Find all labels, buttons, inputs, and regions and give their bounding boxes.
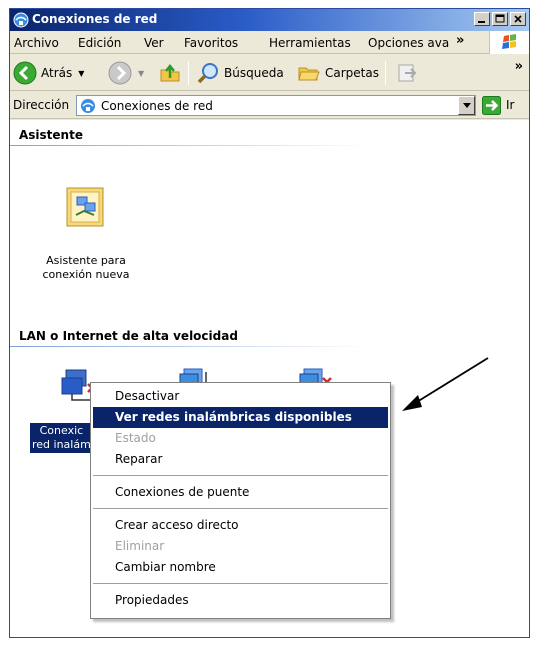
- minimize-icon: [478, 21, 485, 23]
- menu-item-label: Crear acceso directo: [115, 518, 239, 532]
- wizard-label-line1: Asistente para: [46, 254, 126, 267]
- address-field[interactable]: Conexiones de red: [76, 95, 476, 116]
- network-connections-icon: [13, 12, 29, 28]
- back-button[interactable]: Atrás ▼: [13, 55, 84, 91]
- menu-favoritos[interactable]: Favoritos: [184, 36, 238, 50]
- context-menu-propiedades[interactable]: Propiedades: [93, 590, 388, 611]
- close-icon: [514, 15, 522, 23]
- toolbar-separator: [188, 61, 189, 85]
- wireless-label-line1: Conexic: [39, 424, 84, 437]
- menu-item-label: Reparar: [115, 452, 163, 466]
- move-to-button[interactable]: [395, 55, 419, 91]
- go-arrow-icon[interactable]: [482, 96, 501, 115]
- menu-item-label: Estado: [115, 431, 156, 445]
- group-divider: [10, 145, 370, 146]
- chevron-down-icon: [462, 102, 471, 108]
- network-connections-icon: [81, 99, 95, 113]
- folders-button[interactable]: Carpetas: [297, 55, 379, 91]
- folders-label: Carpetas: [325, 66, 379, 80]
- context-menu-separator: [93, 475, 388, 477]
- address-dropdown-button[interactable]: [458, 96, 475, 115]
- new-connection-wizard-icon[interactable]: [64, 185, 108, 229]
- context-menu: Desactivar Ver redes inalámbricas dispon…: [90, 382, 391, 619]
- context-menu-cambiar-nombre[interactable]: Cambiar nombre: [93, 557, 388, 578]
- address-bar: Dirección Conexiones de red Ir: [10, 92, 529, 119]
- back-dropdown-icon[interactable]: ▼: [78, 69, 84, 78]
- group-divider: [10, 346, 370, 347]
- menu-archivo[interactable]: Archivo: [14, 36, 59, 50]
- wireless-label-line2: red inalám: [32, 438, 91, 451]
- maximize-icon: [495, 14, 505, 23]
- standard-toolbar: Atrás ▼ ▼ Búsqueda Carpetas »: [10, 55, 529, 91]
- wizard-item-label[interactable]: Asistente para conexión nueva: [40, 254, 132, 282]
- wireless-connection-label[interactable]: Conexic red inalám: [30, 423, 93, 453]
- explorer-window: Conexiones de red Archivo Edición Ver Fa…: [9, 8, 530, 638]
- search-label: Búsqueda: [224, 66, 284, 80]
- menu-item-label: Desactivar: [115, 389, 180, 403]
- search-button[interactable]: Búsqueda: [196, 55, 284, 91]
- context-menu-eliminar: Eliminar: [93, 536, 388, 557]
- minimize-button[interactable]: [474, 12, 490, 26]
- up-folder-button[interactable]: [158, 55, 182, 91]
- menu-opciones-avanzadas[interactable]: Opciones ava: [368, 36, 449, 50]
- forward-arrow-icon: [108, 61, 132, 85]
- toolbar-separator: [385, 61, 386, 85]
- menu-item-label: Propiedades: [115, 593, 189, 607]
- menu-ver[interactable]: Ver: [144, 36, 164, 50]
- folders-icon: [298, 67, 320, 81]
- forward-button[interactable]: ▼: [108, 55, 144, 91]
- maximize-button[interactable]: [492, 12, 508, 26]
- menu-item-label: Eliminar: [115, 539, 165, 553]
- go-button-label[interactable]: Ir: [506, 98, 514, 112]
- context-menu-reparar[interactable]: Reparar: [93, 449, 388, 470]
- context-menu-ver-redes[interactable]: Ver redes inalámbricas disponibles: [93, 407, 388, 428]
- context-menu-separator: [93, 583, 388, 585]
- context-menu-crear-acceso[interactable]: Crear acceso directo: [93, 515, 388, 536]
- annotation-arrow-icon: [402, 357, 489, 411]
- context-menu-desactivar[interactable]: Desactivar: [93, 386, 388, 407]
- address-value: Conexiones de red: [101, 99, 213, 113]
- menu-item-label: Conexiones de puente: [115, 485, 250, 499]
- back-label: Atrás: [41, 66, 73, 80]
- close-button[interactable]: [510, 12, 526, 26]
- up-folder-icon: [160, 63, 180, 82]
- context-menu-conexiones-puente[interactable]: Conexiones de puente: [93, 482, 388, 503]
- address-label: Dirección: [13, 98, 70, 112]
- menu-edicion[interactable]: Edición: [78, 36, 121, 50]
- context-menu-separator: [93, 508, 388, 510]
- back-arrow-icon: [13, 61, 37, 85]
- menu-item-label: Cambiar nombre: [115, 560, 216, 574]
- forward-dropdown-icon[interactable]: ▼: [138, 69, 144, 78]
- context-menu-estado: Estado: [93, 428, 388, 449]
- toolbar-overflow-chevron[interactable]: »: [515, 59, 523, 74]
- menu-item-label: Ver redes inalámbricas disponibles: [115, 410, 352, 424]
- menu-overflow-chevron[interactable]: »: [456, 33, 464, 48]
- menu-bar: Archivo Edición Ver Favoritos Herramient…: [10, 31, 529, 54]
- group-header-asistente: Asistente: [19, 128, 83, 142]
- menu-herramientas[interactable]: Herramientas: [269, 36, 351, 50]
- windows-logo: [489, 31, 529, 54]
- wizard-label-line2: conexión nueva: [42, 268, 130, 281]
- search-icon: [197, 63, 218, 84]
- title-bar[interactable]: Conexiones de red: [10, 9, 529, 31]
- move-to-icon: [398, 64, 417, 82]
- group-header-lan: LAN o Internet de alta velocidad: [19, 329, 238, 343]
- window-title: Conexiones de red: [32, 12, 158, 26]
